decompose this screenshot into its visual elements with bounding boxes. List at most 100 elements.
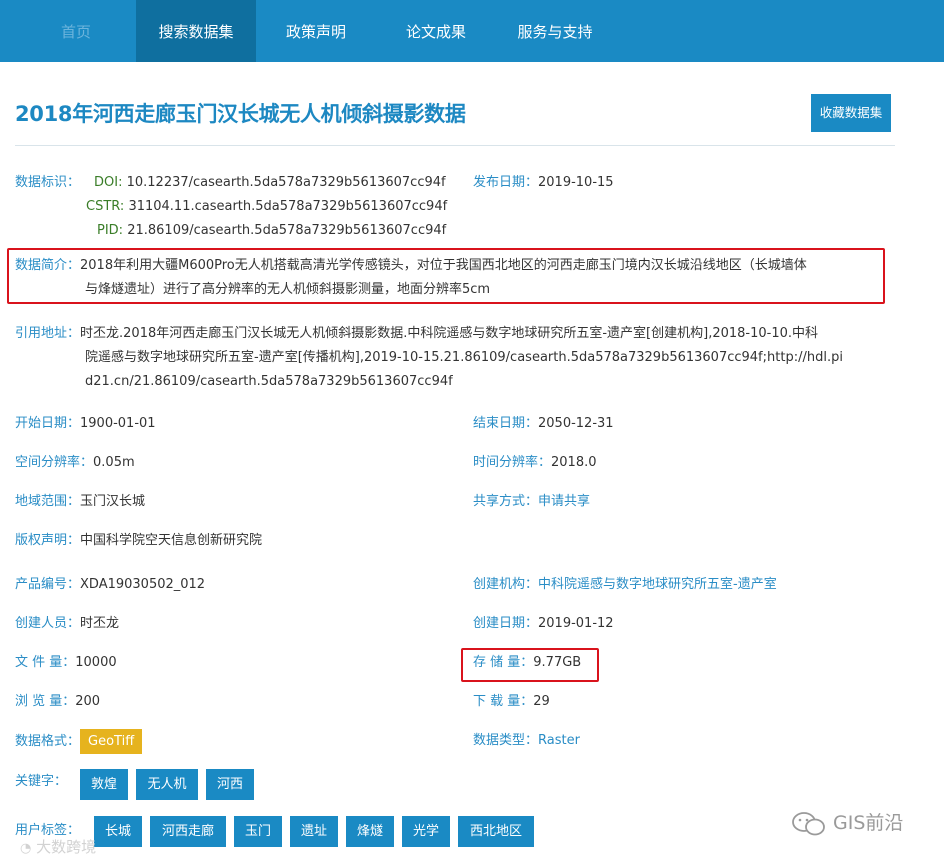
creator-label: 创建人员： <box>15 616 81 631</box>
temporal-res-row: 时间分辨率：2018.0 <box>473 453 597 473</box>
keyword-tag[interactable]: 河西 <box>206 769 254 800</box>
downloads-value: 29 <box>533 694 550 709</box>
temporal-res-value: 2018.0 <box>551 455 597 470</box>
favorite-dataset-button[interactable]: 收藏数据集 <box>811 94 891 132</box>
citation-line-2: 院遥感与数字地球研究所五室-遗产室[传播机构],2019-10-15.21.86… <box>85 350 843 365</box>
cstr-key: CSTR: <box>86 199 125 214</box>
keywords-row: 关键字： <box>15 772 67 792</box>
creator-org-value[interactable]: 中科院遥感与数字地球研究所五室-遗产室 <box>538 577 777 592</box>
share-mode-value[interactable]: 申请共享 <box>538 494 590 509</box>
citation-line-3: d21.cn/21.86109/casearth.5da578a7329b561… <box>85 374 453 389</box>
storage-value: 9.77GB <box>533 655 582 670</box>
nav-papers[interactable]: 论文成果 <box>392 0 480 62</box>
region-row: 地域范围：玉门汉长城 <box>15 492 145 512</box>
data-type-label: 数据类型： <box>473 733 539 748</box>
product-no-label: 产品编号： <box>15 577 81 592</box>
creator-value: 时丕龙 <box>80 616 120 631</box>
keyword-tag[interactable]: 敦煌 <box>80 769 128 800</box>
identifier-row: 数据标识： <box>15 173 80 193</box>
keyword-tag[interactable]: 无人机 <box>136 769 198 800</box>
downloads-label: 下 载 量： <box>473 694 534 709</box>
file-count-label: 文 件 量： <box>15 655 76 670</box>
doi-key: DOI: <box>94 175 123 190</box>
views-value: 200 <box>75 694 101 709</box>
product-no-value: XDA19030502_012 <box>80 577 206 592</box>
publish-date-label: 发布日期： <box>473 175 539 190</box>
create-date-row: 创建日期：2019-01-12 <box>473 614 614 634</box>
user-tag[interactable]: 玉门 <box>234 816 282 847</box>
doi-value[interactable]: 10.12237/casearth.5da578a7329b5613607cc9… <box>127 175 446 190</box>
region-value: 玉门汉长城 <box>80 494 146 509</box>
storage-label: 存 储 量： <box>473 655 534 670</box>
user-tag[interactable]: 西北地区 <box>458 816 534 847</box>
nav-search-datasets[interactable]: 搜索数据集 <box>136 0 256 62</box>
user-tag[interactable]: 河西走廊 <box>150 816 226 847</box>
creator-org-row: 创建机构：中科院遥感与数字地球研究所五室-遗产室 <box>473 575 777 595</box>
create-date-label: 创建日期： <box>473 616 539 631</box>
keywords-label: 关键字： <box>15 774 68 789</box>
pid-row: PID: 21.86109/casearth.5da578a7329b56136… <box>97 221 446 241</box>
summary-line-1: 2018年利用大疆M600Pro无人机搭载高清光学传感镜头，对位于我国西北地区的… <box>80 258 807 273</box>
citation-line-1: 时丕龙.2018年河西走廊玉门汉长城无人机倾斜摄影数据.中科院遥感与数字地球研究… <box>80 326 819 341</box>
pid-key: PID: <box>97 223 124 238</box>
spatial-res-row: 空间分辨率：0.05m <box>15 453 135 473</box>
end-date-row: 结束日期：2050-12-31 <box>473 414 614 434</box>
wechat-logo-icon <box>791 810 827 843</box>
share-mode-row: 共享方式：申请共享 <box>473 492 590 512</box>
format-row: 数据格式： GeoTiff <box>15 729 143 754</box>
copyright-label: 版权声明： <box>15 533 81 548</box>
data-type-row: 数据类型：Raster <box>473 731 580 751</box>
temporal-res-label: 时间分辨率： <box>473 455 552 470</box>
creator-row: 创建人员：时丕龙 <box>15 614 119 634</box>
nav-policy[interactable]: 政策声明 <box>272 0 360 62</box>
copyright-value: 中国科学院空天信息创新研究院 <box>80 533 263 548</box>
start-date-label: 开始日期： <box>15 416 81 431</box>
product-no-row: 产品编号：XDA19030502_012 <box>15 575 205 595</box>
views-label: 浏 览 量： <box>15 694 76 709</box>
summary-label: 数据简介： <box>15 258 81 273</box>
publish-date-row: 发布日期：2019-10-15 <box>473 173 614 193</box>
creator-org-label: 创建机构： <box>473 577 539 592</box>
start-date-row: 开始日期：1900-01-01 <box>15 414 156 434</box>
nav-home[interactable]: 首页 <box>38 0 114 62</box>
region-label: 地域范围： <box>15 494 81 509</box>
top-navbar: 首页 搜索数据集 政策声明 论文成果 服务与支持 <box>0 0 944 62</box>
data-type-value[interactable]: Raster <box>538 733 580 748</box>
spatial-res-value: 0.05m <box>93 455 135 470</box>
citation-label: 引用地址： <box>15 326 81 341</box>
pid-value[interactable]: 21.86109/casearth.5da578a7329b5613607cc9… <box>127 223 446 238</box>
file-count-row: 文 件 量：10000 <box>15 653 117 673</box>
downloads-row: 下 载 量：29 <box>473 692 550 712</box>
summary-line-2: 与烽燧遗址）进行了高分辨率的无人机倾斜摄影测量，地面分辨率5cm <box>85 282 491 297</box>
watermark-bigdata: ◔ 大数跨境 <box>20 836 96 857</box>
identifier-label: 数据标识： <box>15 175 81 190</box>
user-tag[interactable]: 光学 <box>402 816 450 847</box>
nav-service[interactable]: 服务与支持 <box>503 0 607 62</box>
end-date-label: 结束日期： <box>473 416 539 431</box>
copyright-row: 版权声明：中国科学院空天信息创新研究院 <box>15 531 262 551</box>
storage-row: 存 储 量：9.77GB <box>473 653 581 673</box>
format-tag[interactable]: GeoTiff <box>80 729 143 754</box>
summary-row: 数据简介：2018年利用大疆M600Pro无人机搭载高清光学传感镜头，对位于我国… <box>15 254 885 302</box>
watermark-gis: GIS前沿 <box>833 812 904 834</box>
user-tag[interactable]: 长城 <box>94 816 142 847</box>
file-count-value: 10000 <box>75 655 117 670</box>
publish-date-value: 2019-10-15 <box>538 175 614 190</box>
user-tag[interactable]: 遗址 <box>290 816 338 847</box>
share-mode-label: 共享方式： <box>473 494 539 509</box>
watermark-logo-icon: ◔ <box>20 841 32 856</box>
watermark-text: 大数跨境 <box>36 838 97 856</box>
title-divider <box>15 145 895 146</box>
citation-row: 引用地址：时丕龙.2018年河西走廊玉门汉长城无人机倾斜摄影数据.中科院遥感与数… <box>15 322 885 394</box>
spatial-res-label: 空间分辨率： <box>15 455 94 470</box>
start-date-value: 1900-01-01 <box>80 416 156 431</box>
doi-row: DOI: 10.12237/casearth.5da578a7329b56136… <box>94 173 446 193</box>
dataset-title: 2018年河西走廊玉门汉长城无人机倾斜摄影数据 <box>15 102 466 126</box>
cstr-row: CSTR: 31104.11.casearth.5da578a7329b5613… <box>86 197 447 217</box>
end-date-value: 2050-12-31 <box>538 416 614 431</box>
user-tag[interactable]: 烽燧 <box>346 816 394 847</box>
cstr-value[interactable]: 31104.11.casearth.5da578a7329b5613607cc9… <box>128 199 447 214</box>
views-row: 浏 览 量：200 <box>15 692 100 712</box>
create-date-value: 2019-01-12 <box>538 616 614 631</box>
format-label: 数据格式： <box>15 734 81 749</box>
